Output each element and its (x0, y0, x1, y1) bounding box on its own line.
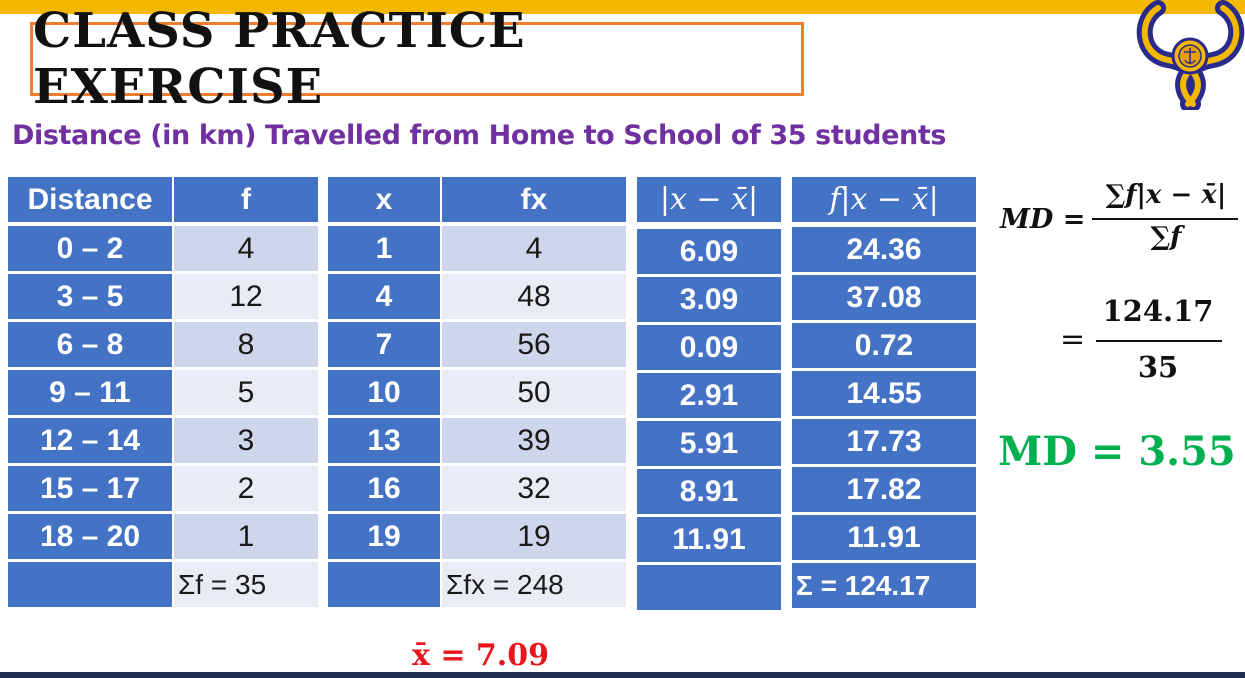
distance-cell: 0 – 2 (8, 226, 172, 271)
bottom-accent-band (0, 672, 1245, 678)
f-cell: 5 (174, 370, 318, 415)
header-f: f (174, 177, 318, 222)
subtitle: Distance (in km) Travelled from Home to … (12, 120, 947, 151)
abs-deviation-cell: 2.91 (637, 373, 781, 418)
x-cell: 7 (328, 322, 440, 367)
header-weighted-deviation: f|x − x̄| (792, 177, 976, 222)
weighted-deviation-cell: 24.36 (792, 227, 976, 272)
abs-deviation-cell: 11.91 (637, 517, 781, 562)
distance-cell: 9 – 11 (8, 370, 172, 415)
fx-cell: 48 (442, 274, 626, 319)
header-distance: Distance (8, 177, 172, 222)
distance-cell: 6 – 8 (8, 322, 172, 367)
school-logo-icon (1136, 0, 1245, 110)
weighted-deviation-cell: 0.72 (792, 323, 976, 368)
fx-cell: 50 (442, 370, 626, 415)
md-value-equals: = (1060, 322, 1086, 357)
header-x: x (328, 177, 440, 222)
abs-deviation-total-blank (637, 565, 781, 610)
fx-cell: 19 (442, 514, 626, 559)
x-cell: 13 (328, 418, 440, 463)
md-value-fraction-line (1096, 340, 1222, 342)
distance-total-blank (8, 562, 172, 607)
weighted-deviation-cell: 11.91 (792, 515, 976, 560)
md-formula-fraction-line (1092, 218, 1238, 220)
abs-deviation-cell: 3.09 (637, 277, 781, 322)
header-abs-deviation: |x − x̄| (637, 177, 781, 222)
fx-cell: 39 (442, 418, 626, 463)
sum-fx-total: Σfx = 248 (442, 562, 626, 607)
md-value-numerator: 124.17 (1102, 294, 1214, 328)
mean-result: x̄ = 7.09 (412, 638, 549, 673)
page-title: CLASS PRACTICE EXERCISE (33, 3, 526, 115)
distance-cell: 12 – 14 (8, 418, 172, 463)
x-total-blank (328, 562, 440, 607)
f-cell: 8 (174, 322, 318, 367)
fx-cell: 4 (442, 226, 626, 271)
weighted-deviation-cell: 17.82 (792, 467, 976, 512)
md-value-denominator: 35 (1137, 350, 1179, 384)
title-box: CLASS PRACTICE EXERCISE (30, 3, 804, 115)
weighted-deviation-cell: 17.73 (792, 419, 976, 464)
f-cell: 1 (174, 514, 318, 559)
md-result: MD = 3.55 (998, 428, 1236, 475)
weighted-deviation-cell: 37.08 (792, 275, 976, 320)
sum-weighted-deviation-total: Σ = 124.17 (792, 563, 976, 608)
f-cell: 3 (174, 418, 318, 463)
x-cell: 16 (328, 466, 440, 511)
abs-deviation-cell: 0.09 (637, 325, 781, 370)
fx-cell: 32 (442, 466, 626, 511)
fx-cell: 56 (442, 322, 626, 367)
abs-deviation-cell: 6.09 (637, 229, 781, 274)
f-cell: 12 (174, 274, 318, 319)
x-cell: 4 (328, 274, 440, 319)
abs-deviation-cell: 5.91 (637, 421, 781, 466)
md-formula-numerator: ∑f|x − x̄| (1105, 180, 1227, 210)
x-cell: 10 (328, 370, 440, 415)
sum-f-total: Σf = 35 (174, 562, 318, 607)
f-cell: 4 (174, 226, 318, 271)
distance-cell: 3 – 5 (8, 274, 172, 319)
f-cell: 2 (174, 466, 318, 511)
md-formula-lhs: MD = (1000, 204, 1086, 235)
distance-cell: 18 – 20 (8, 514, 172, 559)
md-formula-denominator: ∑f (1150, 222, 1182, 252)
header-fx: fx (442, 177, 626, 222)
x-cell: 19 (328, 514, 440, 559)
abs-deviation-cell: 8.91 (637, 469, 781, 514)
distance-cell: 15 – 17 (8, 466, 172, 511)
x-cell: 1 (328, 226, 440, 271)
weighted-deviation-cell: 14.55 (792, 371, 976, 416)
